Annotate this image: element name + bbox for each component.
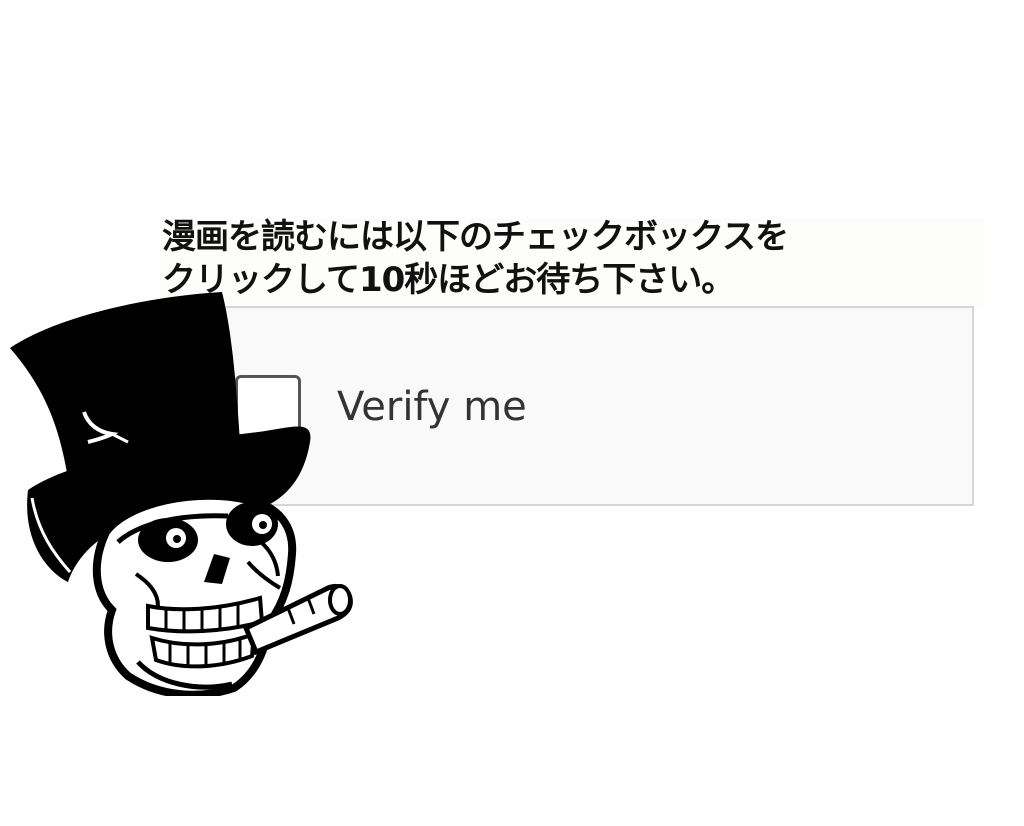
instruction-line-1: 漫画を読むには以下のチェックボックスを [162, 217, 789, 257]
page: 漫画を読むには以下のチェックボックスを クリックして10秒ほどお待ち下さい。 V… [0, 0, 1024, 826]
instruction-text: 漫画を読むには以下のチェックボックスを クリックして10秒ほどお待ち下さい。 [162, 216, 992, 302]
skull-top-hat-cigar-icon [10, 292, 353, 696]
verify-label[interactable]: Verify me [337, 382, 527, 432]
skull-icon [92, 491, 297, 696]
